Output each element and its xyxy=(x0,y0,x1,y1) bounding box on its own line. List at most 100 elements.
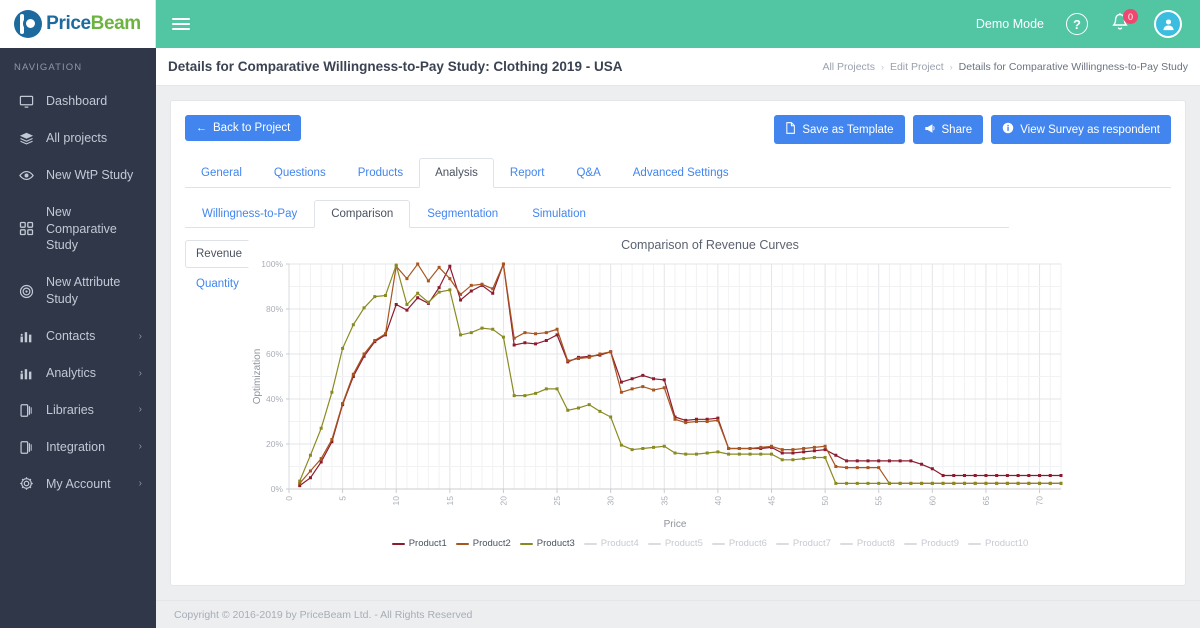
tab-revenue[interactable]: Revenue xyxy=(185,240,249,268)
share-button[interactable]: Share xyxy=(912,115,984,144)
tab-questions[interactable]: Questions xyxy=(258,158,342,188)
tab-report[interactable]: Report xyxy=(494,158,561,188)
footer: Copyright © 2016-2019 by PriceBeam Ltd. … xyxy=(156,600,1200,628)
sidebar-item-label: Analytics xyxy=(46,365,97,380)
logo-text-beam: Beam xyxy=(90,13,142,34)
legend-item-product1[interactable]: Product1 xyxy=(391,538,447,549)
target-icon xyxy=(18,283,34,299)
breadcrumb-item[interactable]: Edit Project xyxy=(890,61,944,73)
tab-comparison[interactable]: Comparison xyxy=(314,200,411,228)
analysis-card: ← Back to Project Save as Template Share… xyxy=(170,100,1186,586)
legend-item-product10[interactable]: Product10 xyxy=(967,538,1028,549)
legend-swatch-icon xyxy=(519,542,533,545)
app-logo[interactable]: PriceBeam xyxy=(0,0,156,48)
chevron-right-icon: › xyxy=(138,478,142,490)
sidebar-item-label: My Account xyxy=(46,476,111,491)
breadcrumb-item: Details for Comparative Willingness-to-P… xyxy=(958,60,1188,73)
svg-text:60: 60 xyxy=(927,496,937,506)
tab-segmentation[interactable]: Segmentation xyxy=(410,200,515,228)
copyright-text: Copyright © 2016-2019 by PriceBeam Ltd. … xyxy=(174,608,473,621)
sidebar-item-contacts[interactable]: Contacts › xyxy=(0,318,156,355)
legend-item-product9[interactable]: Product9 xyxy=(903,538,959,549)
y-axis-label: Optimization xyxy=(252,349,263,405)
chart-plot: 0% 20% 40% 60% 80% 100% 0 5 10 15 20 25 30 35 40 45 50 55… xyxy=(249,256,1171,534)
pricebeam-logo-icon xyxy=(14,10,43,38)
sidebar-item-label: New Attribute Study xyxy=(46,275,121,307)
legend-label: Product8 xyxy=(856,538,895,549)
svg-text:80%: 80% xyxy=(266,304,283,314)
legend-swatch-icon xyxy=(903,542,917,545)
question-mark-icon: ? xyxy=(1066,13,1088,35)
legend-label: Product9 xyxy=(920,538,959,549)
tab-willingness-to-pay[interactable]: Willingness-to-Pay xyxy=(185,200,314,228)
sidebar-item-new-comparative-study[interactable]: New Comparative Study xyxy=(0,194,156,265)
content-area: ← Back to Project Save as Template Share… xyxy=(156,86,1200,600)
svg-text:0%: 0% xyxy=(271,484,284,494)
legend-item-product2[interactable]: Product2 xyxy=(455,538,511,549)
back-to-project-button[interactable]: ← Back to Project xyxy=(185,115,302,141)
menu-toggle-icon[interactable] xyxy=(172,18,190,30)
svg-text:60%: 60% xyxy=(266,349,283,359)
chevron-right-icon: › xyxy=(138,404,142,416)
page-title: Details for Comparative Willingness-to-P… xyxy=(168,59,623,74)
svg-text:40%: 40% xyxy=(266,394,283,404)
tab-products[interactable]: Products xyxy=(342,158,419,188)
sidebar-item-libraries[interactable]: Libraries › xyxy=(0,392,156,429)
bar-chart-icon xyxy=(18,328,34,344)
arrow-left-icon: ← xyxy=(196,121,207,134)
breadcrumb-separator: › xyxy=(880,61,884,72)
sidebar-section-label: NAVIGATION xyxy=(14,62,83,73)
legend-item-product4[interactable]: Product4 xyxy=(583,538,639,549)
help-button[interactable]: ? xyxy=(1066,13,1088,35)
sidebar-item-all-projects[interactable]: All projects xyxy=(0,120,156,157)
legend-item-product3[interactable]: Product3 xyxy=(519,538,575,549)
sidebar: PriceBeam NAVIGATION Dashboard All projec… xyxy=(0,0,156,628)
view-survey-button[interactable]: View Survey as respondent xyxy=(991,115,1171,144)
svg-text:25: 25 xyxy=(552,496,562,506)
sidebar-item-new-wtp-study[interactable]: New WtP Study xyxy=(0,157,156,194)
notifications-button[interactable]: 0 xyxy=(1110,9,1138,36)
svg-text:20%: 20% xyxy=(266,439,283,449)
sidebar-item-label: Libraries xyxy=(46,402,94,417)
sidebar-item-dashboard[interactable]: Dashboard xyxy=(0,83,156,120)
tab-analysis[interactable]: Analysis xyxy=(419,158,494,188)
legend-item-product6[interactable]: Product6 xyxy=(711,538,767,549)
tab-quantity[interactable]: Quantity xyxy=(185,270,249,298)
layers-icon xyxy=(18,130,34,146)
y-axis-ticks: 0% 20% 40% 60% 80% 100% xyxy=(261,259,289,494)
tab-advanced-settings[interactable]: Advanced Settings xyxy=(617,158,745,188)
sidebar-item-new-attribute-study[interactable]: New Attribute Study xyxy=(0,264,156,318)
user-menu-button[interactable] xyxy=(1154,10,1182,38)
legend-label: Product7 xyxy=(792,538,831,549)
sidebar-item-analytics[interactable]: Analytics › xyxy=(0,355,156,392)
sidebar-item-integration[interactable]: Integration › xyxy=(0,429,156,466)
legend-label: Product5 xyxy=(664,538,703,549)
legend-item-product7[interactable]: Product7 xyxy=(775,538,831,549)
sidebar-item-label: New WtP Study xyxy=(46,167,134,182)
save-as-template-button[interactable]: Save as Template xyxy=(774,115,905,144)
eye-icon xyxy=(18,167,34,183)
legend-swatch-icon xyxy=(583,542,597,545)
sidebar-nav: Dashboard All projects New WtP Study New Co… xyxy=(0,83,156,502)
chart-series-product3 xyxy=(298,263,1063,485)
tab-simulation[interactable]: Simulation xyxy=(515,200,603,228)
tab-general[interactable]: General xyxy=(185,158,258,188)
demo-mode-label: Demo Mode xyxy=(975,17,1044,31)
breadcrumb-item[interactable]: All Projects xyxy=(822,61,875,73)
chart-container: Comparison of Revenue Curves 0% 20% 40% 60%… xyxy=(249,238,1171,549)
svg-text:30: 30 xyxy=(606,496,616,506)
legend-label: Product3 xyxy=(536,538,575,549)
legend-item-product8[interactable]: Product8 xyxy=(839,538,895,549)
book-icon xyxy=(18,439,34,455)
chart-legend: Product1 Product2 Product3 Product4 Product5… xyxy=(249,538,1171,549)
legend-label: Product6 xyxy=(728,538,767,549)
legend-item-product5[interactable]: Product5 xyxy=(647,538,703,549)
analysis-subtabs: Willingness-to-Pay Comparison Segmentation… xyxy=(185,200,1009,228)
sidebar-item-my-account[interactable]: My Account › xyxy=(0,466,156,503)
svg-text:45: 45 xyxy=(767,496,777,506)
main-tabs: General Questions Products Analysis Report Q&… xyxy=(185,158,1171,188)
tab-q-a[interactable]: Q&A xyxy=(560,158,616,188)
chart-zone: Revenue Quantity Comparison of Revenue Cu… xyxy=(185,238,1171,549)
legend-label: Product1 xyxy=(408,538,447,549)
sidebar-item-label: All projects xyxy=(46,130,108,145)
